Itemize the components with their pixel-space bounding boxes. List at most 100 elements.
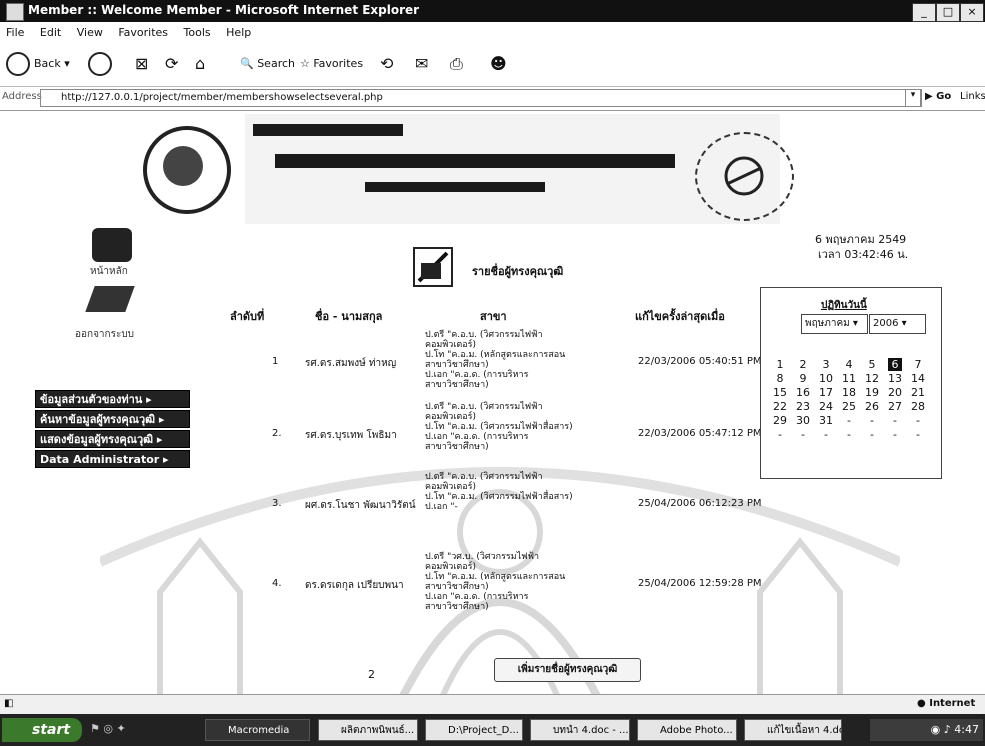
calendar-day[interactable]: 18: [842, 386, 856, 399]
messenger-icon[interactable]: ☻: [490, 52, 507, 76]
page-number[interactable]: 2: [368, 668, 375, 681]
calendar-day[interactable]: 23: [796, 400, 810, 413]
stop-icon[interactable]: ⊠: [135, 52, 148, 76]
system-tray: ◉ ♪ 4:47: [870, 719, 983, 741]
calendar-day[interactable]: 17: [819, 386, 833, 399]
taskbar-item-word-doc[interactable]: บทนำ 4.doc - ...: [530, 719, 630, 741]
quick-launch-icons[interactable]: ⚑ ◎ ✦: [90, 722, 170, 738]
side-menu-label: Data Administrator: [40, 453, 160, 466]
taskbar-item-project-folder[interactable]: D:\Project_D...: [425, 719, 523, 741]
home-icon[interactable]: [92, 228, 132, 262]
row-number: 3.: [272, 498, 282, 509]
refresh-icon[interactable]: ⟳: [165, 52, 178, 76]
menu-tools[interactable]: Tools: [178, 22, 217, 39]
page-content: หน้าหลัก ออกจากระบบ ข้อมูลส่วนตัวของท่าน…: [0, 112, 985, 694]
close-button[interactable]: ×: [960, 3, 984, 22]
go-button[interactable]: ▶ Go: [925, 91, 951, 102]
calendar-day[interactable]: 30: [796, 414, 810, 427]
add-expert-button[interactable]: เพิ่มรายชื่อผู้ทรงคุณวุฒิ: [494, 658, 641, 682]
history-icon[interactable]: ⟲: [380, 52, 393, 76]
row-number: 4.: [272, 578, 282, 589]
calendar-day[interactable]: 14: [911, 372, 925, 385]
calendar-day[interactable]: 20: [888, 386, 902, 399]
menu-help[interactable]: Help: [220, 22, 257, 39]
address-input[interactable]: http://127.0.0.1/project/member/membersh…: [40, 89, 922, 107]
menu-favorites[interactable]: Favorites: [112, 22, 174, 39]
current-time: เวลา 03:42:46 น.: [818, 248, 909, 261]
side-menu-personal-info[interactable]: ข้อมูลส่วนตัวของท่าน ▸: [35, 390, 190, 408]
calendar-day[interactable]: 25: [842, 400, 856, 413]
taskbar-item-macromedia[interactable]: Macromedia: [205, 719, 310, 741]
tray-icons[interactable]: ◉ ♪: [931, 723, 955, 736]
print-icon[interactable]: ⎙: [450, 52, 463, 76]
status-bar: ◧ ● Internet: [0, 694, 985, 715]
calendar-day[interactable]: 3: [819, 358, 833, 371]
calendar-day[interactable]: 4: [842, 358, 856, 371]
title-bar: Member :: Welcome Member - Microsoft Int…: [0, 0, 985, 22]
calendar-day[interactable]: 11: [842, 372, 856, 385]
maximize-button[interactable]: □: [936, 3, 960, 22]
taskbar-item-edit-doc[interactable]: แก้ไขเนื้อหา 4.do...: [744, 719, 842, 741]
logout-icon[interactable]: [85, 286, 135, 312]
menu-edit[interactable]: Edit: [34, 22, 67, 39]
home-icon[interactable]: ⌂: [195, 52, 205, 76]
calendar-day[interactable]: 6: [888, 358, 902, 371]
calendar-day[interactable]: 16: [796, 386, 810, 399]
last-updated: 25/04/2006 06:12:23 PM: [638, 498, 762, 509]
side-menu-label: แสดงข้อมูลผู้ทรงคุณวุฒิ: [40, 433, 154, 446]
side-menu-search-experts[interactable]: ค้นหาข้อมูลผู้ทรงคุณวุฒิ ▸: [35, 410, 190, 428]
links-label[interactable]: Links: [960, 91, 985, 102]
header-number: ลำดับที่: [230, 310, 265, 323]
menu-file[interactable]: File: [0, 22, 30, 39]
calendar-day[interactable]: 5: [865, 358, 879, 371]
home-link[interactable]: หน้าหลัก: [90, 264, 128, 279]
calendar-day[interactable]: 27: [888, 400, 902, 413]
major-line: สาขาวิชาศึกษา): [425, 602, 489, 612]
major-line: สาขาวิชาศึกษา): [425, 380, 489, 390]
calendar-day[interactable]: 31: [819, 414, 833, 427]
last-updated: 25/04/2006 12:59:28 PM: [638, 578, 762, 589]
menu-view[interactable]: View: [71, 22, 109, 39]
calendar-day[interactable]: 21: [911, 386, 925, 399]
calendar-day[interactable]: 15: [773, 386, 787, 399]
row-number: 1: [272, 356, 279, 367]
side-menu-show-experts[interactable]: แสดงข้อมูลผู้ทรงคุณวุฒิ ▸: [35, 430, 190, 448]
calendar-day[interactable]: 9: [796, 372, 810, 385]
calendar-day: -: [847, 414, 851, 427]
calendar-day[interactable]: 26: [865, 400, 879, 413]
calendar-day[interactable]: 13: [888, 372, 902, 385]
ie-icon: [6, 3, 24, 21]
calendar-day[interactable]: 29: [773, 414, 787, 427]
month-select[interactable]: พฤษภาคม ▾: [801, 314, 868, 334]
calendar-widget: ปฏิทินวันนี้ พฤษภาคม ▾ 2006 ▾ 1234567891…: [760, 287, 942, 479]
side-menu-data-admin[interactable]: Data Administrator ▸: [35, 450, 190, 468]
taskbar: start ⚑ ◎ ✦ Macromedia ผลิตภาพนิพนธ์... …: [0, 714, 985, 746]
calendar-day[interactable]: 12: [865, 372, 879, 385]
address-dropdown-icon[interactable]: ▾: [905, 89, 921, 107]
favorites-button[interactable]: ☆ Favorites: [300, 52, 363, 76]
forward-button[interactable]: [88, 52, 116, 76]
calendar-day[interactable]: 22: [773, 400, 787, 413]
last-updated: 22/03/2006 05:40:51 PM: [638, 356, 762, 367]
back-button[interactable]: Back ▾: [6, 52, 70, 76]
calendar-day[interactable]: 10: [819, 372, 833, 385]
calendar-day[interactable]: 8: [773, 372, 787, 385]
major-line: ป.เอก "ค.อ.ด. (การบริหาร: [425, 592, 529, 602]
calendar-day[interactable]: 28: [911, 400, 925, 413]
calendar-day[interactable]: 1: [773, 358, 787, 371]
taskbar-item-photoshop[interactable]: Adobe Photo...: [637, 719, 737, 741]
calendar-day: -: [870, 428, 874, 441]
calendar-day[interactable]: 2: [796, 358, 810, 371]
taskbar-item-thesis[interactable]: ผลิตภาพนิพนธ์...: [318, 719, 418, 741]
year-select[interactable]: 2006 ▾: [869, 314, 926, 334]
calendar-day[interactable]: 19: [865, 386, 879, 399]
back-label: Back: [34, 57, 61, 70]
start-button[interactable]: start: [2, 718, 82, 742]
minimize-button[interactable]: _: [912, 3, 936, 22]
logout-link[interactable]: ออกจากระบบ: [75, 327, 134, 342]
calendar-day[interactable]: 7: [911, 358, 925, 371]
search-button[interactable]: 🔍 Search: [240, 52, 295, 76]
calendar-day[interactable]: 24: [819, 400, 833, 413]
clock: 4:47: [954, 723, 979, 736]
mail-icon[interactable]: ✉: [415, 52, 428, 76]
